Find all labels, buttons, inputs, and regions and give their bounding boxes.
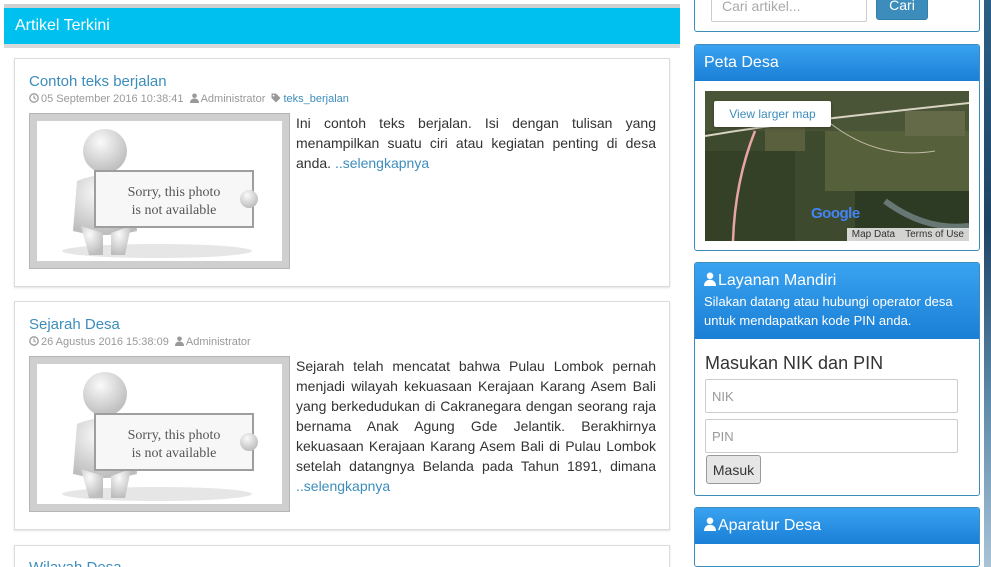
article-title-link[interactable]: Sejarah Desa <box>29 316 120 333</box>
login-form-title: Masukan NIK dan PIN <box>705 353 884 373</box>
user-icon <box>704 509 716 545</box>
article-card: Wilayah Desa <box>14 545 670 567</box>
background-edge <box>984 0 991 567</box>
aparatur-desa-title-text: Aparatur Desa <box>718 517 822 534</box>
peta-desa-title: Peta Desa <box>704 54 779 71</box>
user-icon <box>189 93 199 106</box>
article-excerpt: Sejarah telah mencatat bahwa Pulau Lombo… <box>296 356 656 496</box>
village-map[interactable]: View larger map Google Map Data Terms of … <box>705 91 969 241</box>
layanan-mandiri-header: Layanan Mandiri Silakan datang atau hubu… <box>695 263 979 339</box>
article-title-link[interactable]: Contoh teks berjalan <box>29 73 167 90</box>
photo-caption-line1: Sorry, this photo <box>128 185 221 200</box>
placeholder-figure-icon: Sorry, this photo is not available <box>62 372 258 501</box>
search-button[interactable]: Cari <box>876 0 928 20</box>
map-footer: Map Data Terms of Use <box>846 228 969 241</box>
peta-desa-header: Peta Desa <box>695 45 979 81</box>
pin-input[interactable] <box>705 419 958 453</box>
article-thumbnail[interactable]: Sorry, this photo is not available <box>29 356 290 512</box>
google-logo-text: Google <box>811 205 860 222</box>
article-meta: 05 September 2016 10:38:41 Administrator… <box>29 93 349 106</box>
photo-unavailable-image: Sorry, this photo is not available <box>37 364 282 504</box>
masuk-button[interactable]: Masuk <box>706 455 761 484</box>
search-widget: Cari <box>694 0 980 32</box>
photo-caption-line2: is not available <box>132 446 217 461</box>
aparatur-desa-header: Aparatur Desa <box>695 508 979 544</box>
article-excerpt: Ini contoh teks berjalan. Isi dengan tul… <box>296 113 656 173</box>
nik-input[interactable] <box>705 379 958 413</box>
article-author: Administrator <box>185 336 251 348</box>
tag-icon <box>271 93 281 106</box>
map-data-link[interactable]: Map Data <box>847 229 900 240</box>
photo-caption-line2: is not available <box>132 203 217 218</box>
photo-caption-line1: Sorry, this photo <box>128 428 221 443</box>
read-more-link[interactable]: ..selengkapnya <box>296 478 390 494</box>
read-more-link[interactable]: ..selengkapnya <box>335 155 429 171</box>
search-input[interactable] <box>711 0 867 22</box>
layanan-mandiri-title-text: Layanan Mandiri <box>718 272 837 289</box>
clock-icon <box>29 336 39 349</box>
user-icon <box>704 272 716 292</box>
terms-of-use-link[interactable]: Terms of Use <box>900 229 969 240</box>
clock-icon <box>29 93 39 106</box>
article-card: Sejarah Desa 26 Agustus 2016 15:38:09 Ad… <box>14 301 670 530</box>
article-card: Contoh teks berjalan 05 September 2016 1… <box>14 58 670 287</box>
layanan-mandiri-widget: Layanan Mandiri Silakan datang atau hubu… <box>694 262 980 496</box>
article-thumbnail[interactable]: Sorry, this photo is not available <box>29 113 290 269</box>
aparatur-desa-title: Aparatur Desa <box>704 508 979 545</box>
article-meta: 26 Agustus 2016 15:38:09 Administrator <box>29 336 251 349</box>
article-author: Administrator <box>200 93 266 105</box>
photo-unavailable-image: Sorry, this photo is not available <box>37 121 282 261</box>
main-header-shadow <box>4 44 680 48</box>
main-column: Artikel Terkini Contoh teks berjalan 05 … <box>4 0 680 567</box>
article-tag-link[interactable]: teks_berjalan <box>283 93 348 105</box>
article-excerpt-text: Sejarah telah mencatat bahwa Pulau Lombo… <box>296 358 656 474</box>
layanan-mandiri-title: Layanan Mandiri <box>704 263 979 292</box>
page: Artikel Terkini Contoh teks berjalan 05 … <box>0 0 991 567</box>
peta-desa-widget: Peta Desa View larger map Google Map Dat… <box>694 44 980 251</box>
article-date: 05 September 2016 10:38:41 <box>41 93 184 105</box>
google-logo: Google <box>811 205 860 222</box>
layanan-mandiri-description: Silakan datang atau hubungi operator des… <box>704 294 953 328</box>
placeholder-figure-icon: Sorry, this photo is not available <box>62 129 258 258</box>
view-larger-map-button[interactable]: View larger map <box>714 101 831 127</box>
main-header: Artikel Terkini <box>4 8 680 44</box>
aparatur-desa-widget: Aparatur Desa <box>694 507 980 567</box>
article-title-link[interactable]: Wilayah Desa <box>29 559 122 567</box>
article-date: 26 Agustus 2016 15:38:09 <box>41 336 169 348</box>
user-icon <box>174 336 184 349</box>
